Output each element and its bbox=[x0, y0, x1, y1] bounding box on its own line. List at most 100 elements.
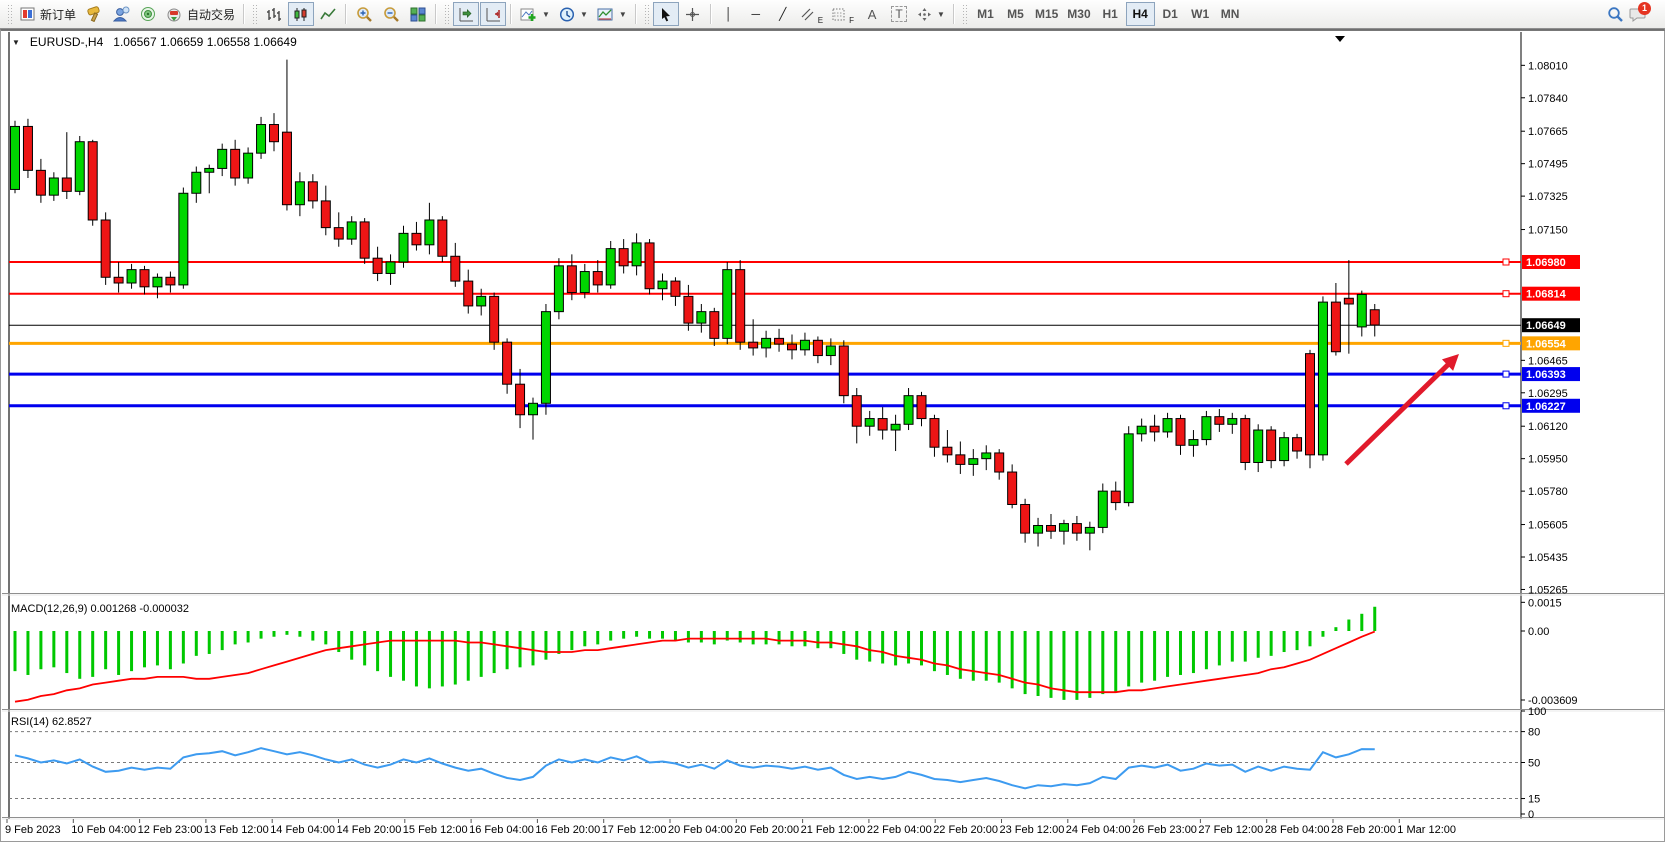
candle-bull bbox=[1098, 491, 1107, 527]
chart-canvas[interactable]: 1.080101.078401.076651.074951.073251.071… bbox=[1, 30, 1665, 843]
candle-bull bbox=[386, 262, 395, 273]
time-tick-label: 26 Feb 23:00 bbox=[1132, 824, 1197, 836]
profile-icon bbox=[112, 6, 130, 22]
toolbar-grip[interactable] bbox=[444, 4, 449, 24]
candle-bear bbox=[373, 258, 382, 273]
templates-button[interactable]: ▼ bbox=[593, 2, 631, 26]
candle-bear bbox=[451, 256, 460, 281]
time-tick-label: 13 Feb 12:00 bbox=[204, 824, 269, 836]
candle-bull bbox=[179, 193, 188, 285]
toolbar-grip[interactable] bbox=[7, 4, 12, 24]
vertical-line-button[interactable]: │ bbox=[716, 2, 742, 26]
timeframe-button-d1[interactable]: D1 bbox=[1156, 2, 1185, 26]
candle-bear bbox=[231, 149, 240, 178]
new-order-button[interactable]: 新订单 bbox=[16, 2, 80, 26]
candle-bear bbox=[270, 125, 279, 142]
timeframe-button-w1[interactable]: W1 bbox=[1186, 2, 1215, 26]
tile-windows-button[interactable] bbox=[405, 2, 431, 26]
scroll-end-marker[interactable] bbox=[1335, 36, 1345, 42]
indicators-button[interactable]: ▼ bbox=[516, 2, 554, 26]
trend-arrow[interactable] bbox=[1346, 354, 1459, 464]
auto-trading-button[interactable]: 自动交易 bbox=[162, 2, 239, 26]
candle-bear bbox=[852, 396, 861, 427]
candle-bull bbox=[192, 172, 201, 193]
timeframe-button-m15[interactable]: M15 bbox=[1031, 2, 1062, 26]
toolbar-grip[interactable] bbox=[644, 4, 649, 24]
hline-handle[interactable] bbox=[1503, 259, 1509, 265]
candle-bear bbox=[101, 220, 110, 277]
candle-bear bbox=[619, 249, 628, 266]
chart-title[interactable]: ▼ EURUSD-,H4 1.06567 1.06659 1.06558 1.0… bbox=[12, 35, 297, 49]
timeframe-button-m30[interactable]: M30 bbox=[1063, 2, 1094, 26]
hline-handle[interactable] bbox=[1503, 403, 1509, 409]
time-tick-label: 1 Mar 12:00 bbox=[1397, 824, 1456, 836]
periods-button[interactable]: ▼ bbox=[555, 2, 592, 26]
chart-line-button[interactable] bbox=[315, 2, 341, 26]
candle-bear bbox=[1072, 524, 1081, 534]
candle-bull bbox=[723, 270, 732, 339]
candle-bull bbox=[127, 270, 136, 283]
time-axis[interactable]: 9 Feb 202310 Feb 04:0012 Feb 23:0013 Feb… bbox=[5, 819, 1456, 836]
text-label-button[interactable]: T bbox=[886, 2, 912, 26]
auto-scroll-button[interactable] bbox=[453, 2, 479, 26]
notifications-button[interactable]: 1 bbox=[1629, 6, 1647, 22]
hline-handle[interactable] bbox=[1503, 371, 1509, 377]
timeframe-button-m1[interactable]: M1 bbox=[971, 2, 1000, 26]
time-tick-label: 9 Feb 2023 bbox=[5, 824, 61, 836]
candle-bull bbox=[75, 142, 84, 192]
candle-bear bbox=[360, 222, 369, 258]
chart-shift-button[interactable] bbox=[480, 2, 506, 26]
candle-bear bbox=[166, 277, 175, 285]
timeframe-button-mn[interactable]: MN bbox=[1216, 2, 1245, 26]
toolbar-grip[interactable] bbox=[962, 4, 967, 24]
rsi-axis-label: 100 bbox=[1528, 706, 1546, 718]
fibonacci-button[interactable]: F bbox=[828, 2, 858, 26]
timeframe-button-m5[interactable]: M5 bbox=[1001, 2, 1030, 26]
equidistant-channel-button[interactable]: E bbox=[797, 2, 827, 26]
hline-handle[interactable] bbox=[1503, 340, 1509, 346]
chart-bars-button[interactable] bbox=[261, 2, 287, 26]
candle-bull bbox=[153, 277, 162, 287]
macd-signal-line bbox=[15, 632, 1375, 702]
crosshair-icon bbox=[685, 7, 700, 22]
crosshair-button[interactable] bbox=[680, 2, 706, 26]
accounts-button[interactable] bbox=[108, 2, 134, 26]
candle-bull bbox=[762, 338, 771, 348]
time-tick-label: 22 Feb 04:00 bbox=[867, 824, 932, 836]
candle-bear bbox=[736, 270, 745, 343]
signals-button[interactable] bbox=[135, 2, 161, 26]
search-button[interactable] bbox=[1602, 2, 1628, 26]
candle-bull bbox=[477, 296, 486, 306]
styles-hammer-button[interactable] bbox=[81, 2, 107, 26]
horizontal-lines[interactable] bbox=[9, 259, 1521, 409]
channel-icon bbox=[801, 8, 814, 21]
chart-dropdown-icon[interactable]: ▼ bbox=[12, 38, 20, 47]
toolbar-grip[interactable] bbox=[252, 4, 257, 24]
cursor-button[interactable] bbox=[653, 2, 679, 26]
price-tick-label: 1.05950 bbox=[1528, 454, 1568, 466]
chevron-down-icon: ▼ bbox=[619, 10, 627, 19]
horizontal-line-button[interactable]: ─ bbox=[743, 2, 769, 26]
arrows-button[interactable]: ▼ bbox=[913, 2, 949, 26]
candle-bear bbox=[1267, 430, 1276, 461]
zoom-in-button[interactable] bbox=[351, 2, 377, 26]
zoom-out-button[interactable] bbox=[378, 2, 404, 26]
trendline-button[interactable]: ╱ bbox=[770, 2, 796, 26]
toolbar: 新订单 自动交易 bbox=[0, 0, 1665, 29]
toolbar-separator bbox=[243, 4, 245, 24]
price-badge-label: 1.06393 bbox=[1526, 369, 1566, 381]
rsi-axis-label: 50 bbox=[1528, 758, 1540, 770]
candle-bull bbox=[244, 153, 253, 178]
text-button[interactable]: A bbox=[859, 2, 885, 26]
candle-bull bbox=[1357, 294, 1366, 326]
candle-bull bbox=[904, 396, 913, 425]
toolbar-separator bbox=[635, 4, 637, 24]
timeframe-button-h4[interactable]: H4 bbox=[1126, 2, 1155, 26]
timeframe-button-h1[interactable]: H1 bbox=[1096, 2, 1125, 26]
candle-bull bbox=[1124, 434, 1133, 503]
candle-bull bbox=[205, 168, 214, 172]
hline-handle[interactable] bbox=[1503, 291, 1509, 297]
time-tick-label: 28 Feb 20:00 bbox=[1331, 824, 1396, 836]
price-badge-label: 1.06814 bbox=[1526, 289, 1567, 301]
chart-candles-button[interactable] bbox=[288, 2, 314, 26]
